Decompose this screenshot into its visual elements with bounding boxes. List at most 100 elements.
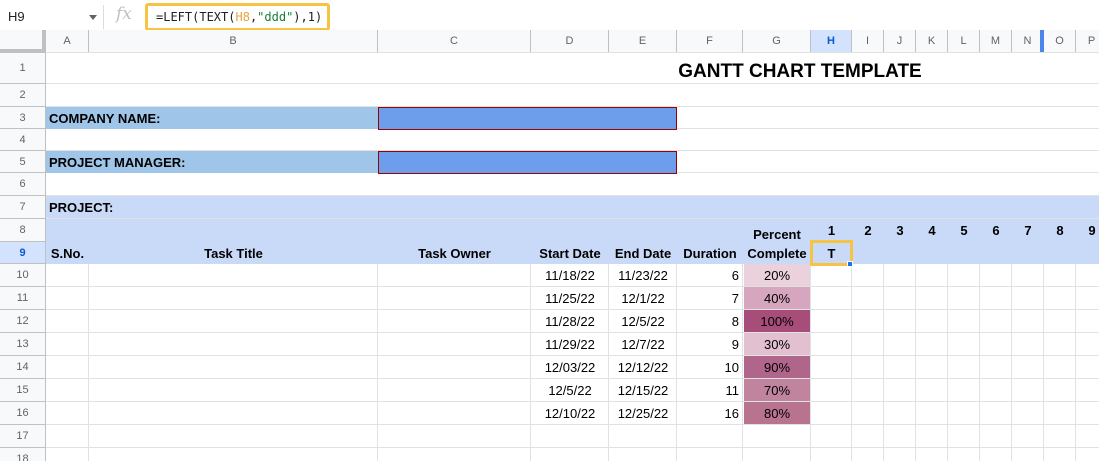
column-header-p[interactable]: P <box>1076 30 1099 53</box>
column-header-g[interactable]: G <box>743 30 811 53</box>
day-number-4[interactable]: 4 <box>916 219 948 242</box>
day-number-9[interactable]: 9 <box>1076 219 1099 242</box>
row-gridline <box>46 52 1099 53</box>
select-all-corner[interactable] <box>0 30 46 53</box>
task-end-date[interactable]: 12/5/22 <box>609 310 677 332</box>
row-header-7[interactable]: 7 <box>0 196 46 219</box>
column-header-i[interactable]: I <box>852 30 884 53</box>
manager-label: PROJECT MANAGER: <box>49 154 186 170</box>
task-start-date[interactable]: 12/03/22 <box>531 356 609 378</box>
header-start-date[interactable]: Start Date <box>531 242 609 264</box>
task-percent-complete[interactable]: 30% <box>744 333 810 355</box>
formula-string: "ddd" <box>257 10 294 24</box>
name-box[interactable]: H9 <box>0 5 104 29</box>
column-header-b[interactable]: B <box>89 30 378 53</box>
task-end-date[interactable]: 11/23/22 <box>609 264 677 286</box>
day-number-8[interactable]: 8 <box>1044 219 1076 242</box>
sheet-title[interactable]: GANTT CHART TEMPLATE <box>640 60 960 83</box>
row-header-10[interactable]: 10 <box>0 264 46 287</box>
column-header-k[interactable]: K <box>916 30 948 53</box>
task-start-date[interactable]: 11/25/22 <box>531 287 609 309</box>
row-header-11[interactable]: 11 <box>0 287 46 310</box>
task-duration[interactable]: 10 <box>677 356 743 378</box>
task-duration[interactable]: 8 <box>677 310 743 332</box>
task-duration[interactable]: 6 <box>677 264 743 286</box>
formula-suffix: ),1) <box>293 10 323 24</box>
task-start-date[interactable]: 11/29/22 <box>531 333 609 355</box>
task-end-date[interactable]: 12/1/22 <box>609 287 677 309</box>
task-percent-complete[interactable]: 70% <box>744 379 810 401</box>
header-percent-line2[interactable]: Complete <box>743 243 811 263</box>
column-header-a[interactable]: A <box>46 30 89 53</box>
row-gridline <box>46 83 1099 84</box>
header-sno[interactable]: S.No. <box>46 242 89 264</box>
task-start-date[interactable]: 11/18/22 <box>531 264 609 286</box>
task-end-date[interactable]: 12/25/22 <box>609 402 677 424</box>
column-header-o[interactable]: O <box>1044 30 1076 53</box>
formula-input[interactable]: =LEFT(TEXT(H8,"ddd"),1) <box>145 3 330 31</box>
day-number-1[interactable]: 1 <box>811 219 852 242</box>
task-percent-complete[interactable]: 100% <box>744 310 810 332</box>
fill-handle[interactable] <box>847 261 853 267</box>
task-end-date[interactable]: 12/15/22 <box>609 379 677 401</box>
row-header-18[interactable]: 18 <box>0 448 46 461</box>
header-task-title[interactable]: Task Title <box>89 242 378 264</box>
row-header-2[interactable]: 2 <box>0 84 46 107</box>
row-header-8[interactable]: 8 <box>0 219 46 242</box>
name-box-value: H9 <box>8 9 25 24</box>
row-header-13[interactable]: 13 <box>0 333 46 356</box>
row-header-12[interactable]: 12 <box>0 310 46 333</box>
row-gridline <box>46 424 1099 425</box>
task-end-date[interactable]: 12/7/22 <box>609 333 677 355</box>
row-header-6[interactable]: 6 <box>0 173 46 196</box>
day-number-7[interactable]: 7 <box>1012 219 1044 242</box>
frozen-column-marker[interactable] <box>1040 30 1044 53</box>
column-header-e[interactable]: E <box>609 30 677 53</box>
project-manager-input[interactable] <box>378 151 677 174</box>
day-number-5[interactable]: 5 <box>948 219 980 242</box>
row-header-17[interactable]: 17 <box>0 425 46 448</box>
task-start-date[interactable]: 11/28/22 <box>531 310 609 332</box>
column-header-c[interactable]: C <box>378 30 531 53</box>
task-start-date[interactable]: 12/10/22 <box>531 402 609 424</box>
row-header-3[interactable]: 3 <box>0 107 46 129</box>
project-label: PROJECT: <box>49 199 114 215</box>
row-header-16[interactable]: 16 <box>0 402 46 425</box>
formula-ref: H8 <box>235 10 250 24</box>
task-duration[interactable]: 7 <box>677 287 743 309</box>
task-duration[interactable]: 11 <box>677 379 743 401</box>
row-header-9[interactable]: 9 <box>0 242 46 264</box>
day-number-6[interactable]: 6 <box>980 219 1012 242</box>
header-task-owner[interactable]: Task Owner <box>378 242 531 264</box>
header-percent-line1[interactable]: Percent <box>743 224 811 244</box>
day-number-3[interactable]: 3 <box>884 219 916 242</box>
task-percent-complete[interactable]: 90% <box>744 356 810 378</box>
company-label: COMPANY NAME: <box>49 110 161 126</box>
task-percent-complete[interactable]: 40% <box>744 287 810 309</box>
day-number-2[interactable]: 2 <box>852 219 884 242</box>
formula-bar: H9 fx =LEFT(TEXT(H8,"ddd"),1) <box>0 0 1099 33</box>
column-header-j[interactable]: J <box>884 30 916 53</box>
task-end-date[interactable]: 12/12/22 <box>609 356 677 378</box>
task-start-date[interactable]: 12/5/22 <box>531 379 609 401</box>
column-header-d[interactable]: D <box>531 30 609 53</box>
row-header-4[interactable]: 4 <box>0 129 46 151</box>
task-duration[interactable]: 16 <box>677 402 743 424</box>
spreadsheet-grid[interactable]: ABCDEFGHIJKLMNOP 1 2 3 4 5 6 7 8 9 10 11 12 13 14 15 16… <box>0 30 1099 461</box>
task-percent-complete[interactable]: 80% <box>744 402 810 424</box>
column-header-f[interactable]: F <box>677 30 743 53</box>
column-header-h[interactable]: H <box>811 30 852 53</box>
column-header-l[interactable]: L <box>948 30 980 53</box>
task-percent-complete[interactable]: 20% <box>744 264 810 286</box>
company-name-input[interactable] <box>378 107 677 130</box>
task-duration[interactable]: 9 <box>677 333 743 355</box>
row-header-5[interactable]: 5 <box>0 151 46 173</box>
formula-prefix: =LEFT(TEXT( <box>156 10 236 24</box>
row-header-1[interactable]: 1 <box>0 53 46 84</box>
header-duration[interactable]: Duration <box>677 242 743 264</box>
header-end-date[interactable]: End Date <box>609 242 677 264</box>
row-header-14[interactable]: 14 <box>0 356 46 379</box>
chevron-down-icon[interactable] <box>89 15 97 20</box>
row-header-15[interactable]: 15 <box>0 379 46 402</box>
column-header-m[interactable]: M <box>980 30 1012 53</box>
